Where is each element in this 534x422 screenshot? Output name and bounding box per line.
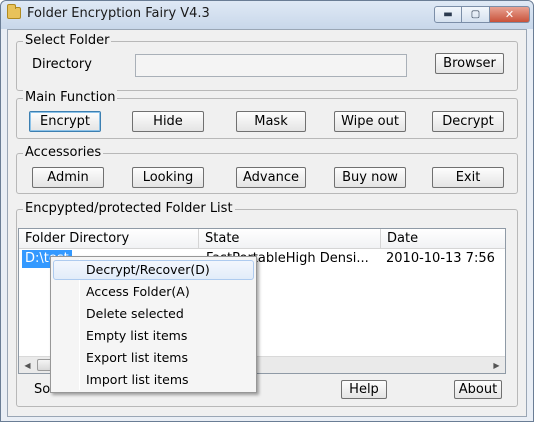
menu-item-access-folder[interactable]: Access Folder(A) [53,282,254,302]
browse-button[interactable]: Browser [435,53,504,74]
menu-item-decrypt-recover[interactable]: Decrypt/Recover(D) [53,260,254,280]
wipe-out-button[interactable]: Wipe out [334,111,406,132]
minimize-button[interactable]: ▬ [434,6,462,23]
buy-now-button[interactable]: Buy now [334,167,406,188]
looking-button[interactable]: Looking [132,167,204,188]
about-button[interactable]: About [454,380,502,399]
mask-button[interactable]: Mask [236,111,306,132]
directory-input[interactable] [135,54,407,77]
context-menu: Decrypt/Recover(D) Access Folder(A) Dele… [50,256,257,393]
window-title: Folder Encryption Fairy V4.3 [27,6,210,21]
folder-app-icon [7,4,21,19]
scroll-right-icon[interactable]: ▶ [488,357,505,373]
title-bar[interactable]: Folder Encryption Fairy V4.3 ▬ ▢ ✕ [1,1,533,29]
menu-item-empty-list[interactable]: Empty list items [53,326,254,346]
directory-label: Directory [32,57,92,72]
app-window: Folder Encryption Fairy V4.3 ▬ ▢ ✕ Selec… [0,0,534,422]
decrypt-button[interactable]: Decrypt [432,111,504,132]
column-date[interactable]: Date [381,229,505,249]
help-button[interactable]: Help [341,380,387,399]
main-function-title: Main Function [23,90,118,106]
column-folder-directory[interactable]: Folder Directory [19,229,199,249]
folder-list-title: Encpypted/protected Folder List [23,201,235,217]
advance-button[interactable]: Advance [236,167,306,188]
row-date[interactable]: 2010-10-13 7:56 [386,250,504,268]
hide-button[interactable]: Hide [132,111,204,132]
list-header: Folder Directory State Date [19,229,505,249]
close-button[interactable]: ✕ [490,6,530,23]
exit-button[interactable]: Exit [432,167,504,188]
admin-button[interactable]: Admin [32,167,104,188]
maximize-button[interactable]: ▢ [462,6,490,23]
menu-item-delete-selected[interactable]: Delete selected [53,304,254,324]
scroll-left-icon[interactable]: ◀ [19,357,36,373]
encrypt-button[interactable]: Encrypt [29,111,101,132]
footer-status-text: So [34,382,51,397]
select-folder-title: Select Folder [23,33,112,49]
menu-item-import-list[interactable]: Import list items [53,370,254,390]
accessories-title: Accessories [23,145,104,161]
menu-item-export-list[interactable]: Export list items [53,348,254,368]
column-state[interactable]: State [199,229,381,249]
